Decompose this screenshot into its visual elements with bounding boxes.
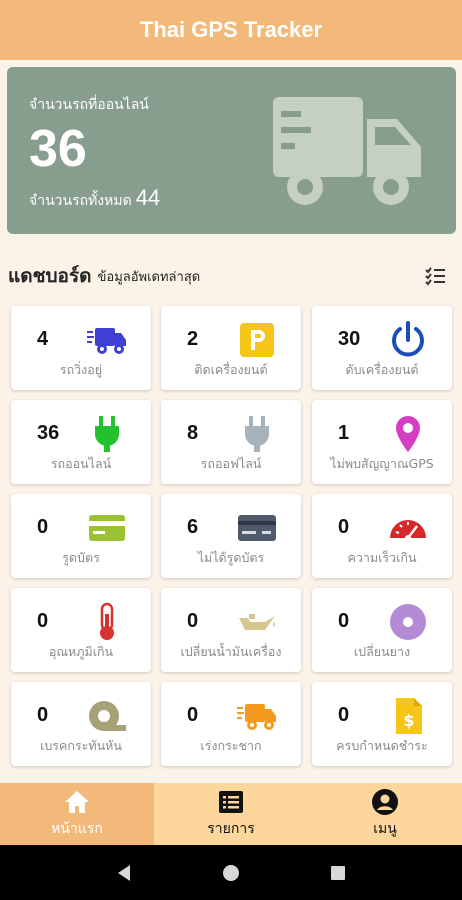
- card-label: รูดบัตร: [62, 550, 100, 565]
- card-label: ดับเครื่องยนต์: [345, 362, 419, 377]
- total-count: 44: [135, 185, 161, 210]
- fast-truck-icon: [237, 704, 276, 730]
- card-count: 0: [338, 516, 350, 538]
- card-swipe[interactable]: 0 รูดบัตร: [11, 494, 151, 578]
- oil-can-icon: [239, 614, 275, 630]
- card-label: เร่งกระชาก: [200, 738, 262, 753]
- card-tire-change[interactable]: 0 เปลี่ยนยาง: [312, 588, 452, 672]
- dashboard-header: แดชบอร์ด ข้อมูลอัพเดทล่าสุด: [8, 260, 454, 292]
- card-oil-change[interactable]: 0 เปลี่ยนน้ำมันเครื่อง: [161, 588, 301, 672]
- app-title: Thai GPS Tracker: [139, 17, 323, 42]
- card-overtemp[interactable]: 0 อุณหภูมิเกิน: [11, 588, 151, 672]
- card-offline[interactable]: 8 รถออฟไลน์: [161, 400, 301, 484]
- card-engine-off[interactable]: 30 ดับเครื่องยนต์: [312, 306, 452, 390]
- card-label: รถวิ่งอยู่: [59, 362, 103, 377]
- nav-menu-label: เมนู: [373, 821, 397, 837]
- speedometer-icon: [390, 520, 426, 541]
- card-count: 1: [338, 422, 350, 444]
- card-label: ไม่พบสัญญาณGPS: [330, 456, 434, 471]
- truck-icon: [273, 97, 421, 205]
- home-icon: [65, 791, 89, 813]
- card-dark-icon: [238, 515, 276, 541]
- card-label: ครบกำหนดชำระ: [336, 738, 428, 753]
- card-count: 36: [37, 422, 60, 444]
- card-icon: [89, 515, 125, 541]
- dashboard-title: แดชบอร์ด: [8, 265, 92, 287]
- card-count: 0: [37, 610, 49, 632]
- nav-list[interactable]: รายการ: [154, 783, 308, 845]
- list-icon: [219, 791, 243, 813]
- card-label: เบรคกระทันหัน: [40, 738, 122, 753]
- plug-offline-icon: [245, 416, 269, 452]
- invoice-icon: $: [396, 698, 422, 734]
- card-overspeed[interactable]: 0 ความเร็วเกิน: [312, 494, 452, 578]
- card-count: 4: [37, 328, 49, 350]
- card-label: ความเร็วเกิน: [347, 550, 417, 565]
- app-bar: Thai GPS Tracker: [0, 0, 462, 60]
- moving-truck-icon: [87, 328, 126, 354]
- location-pin-icon: [396, 416, 420, 452]
- card-moving[interactable]: 4 รถวิ่งอยู่: [11, 306, 151, 390]
- card-count: 30: [338, 328, 361, 350]
- card-label: ติดเครื่องยนต์: [194, 362, 268, 377]
- card-count: 0: [37, 704, 49, 726]
- total-label: จำนวนรถทั้งหมด: [29, 193, 132, 209]
- card-no-swipe[interactable]: 6 ไม่ได้รูดบัตร: [161, 494, 301, 578]
- card-no-gps[interactable]: 1 ไม่พบสัญญาณGPS: [312, 400, 452, 484]
- svg-text:$: $: [403, 711, 414, 730]
- card-count: 0: [37, 516, 49, 538]
- summary-card: จำนวนรถที่ออนไลน์ 36 จำนวนรถทั้งหมด 44: [7, 67, 456, 234]
- plug-online-icon: [95, 416, 119, 452]
- nav-home[interactable]: หน้าแรก: [0, 783, 154, 845]
- dashboard-subtitle: ข้อมูลอัพเดทล่าสุด: [97, 269, 201, 285]
- user-icon: [372, 789, 398, 815]
- tire-icon: [390, 604, 426, 640]
- recents-icon[interactable]: [328, 863, 348, 883]
- card-count: 0: [187, 704, 199, 726]
- online-count: 36: [29, 120, 87, 178]
- power-icon: [392, 321, 424, 357]
- home-circle-icon[interactable]: [221, 863, 241, 883]
- card-label: เปลี่ยนยาง: [353, 644, 411, 659]
- online-label: จำนวนรถที่ออนไลน์: [29, 97, 149, 113]
- card-label: รถออนไลน์: [50, 456, 112, 471]
- card-count: 0: [187, 610, 199, 632]
- parking-icon: [240, 323, 274, 357]
- card-label: เปลี่ยนน้ำมันเครื่อง: [180, 644, 282, 659]
- card-hard-accel[interactable]: 0 เร่งกระชาก: [161, 682, 301, 766]
- tape-roll-icon: [89, 701, 126, 731]
- card-label: ไม่ได้รูดบัตร: [197, 550, 265, 565]
- card-count: 0: [338, 704, 350, 726]
- card-engine-on[interactable]: 2 ติดเครื่องยนต์: [161, 306, 301, 390]
- card-online[interactable]: 36 รถออนไลน์: [11, 400, 151, 484]
- card-label: อุณหภูมิเกิน: [48, 644, 114, 659]
- card-payment-due[interactable]: 0 $ ครบกำหนดชำระ: [312, 682, 452, 766]
- thermometer-icon: [100, 602, 114, 640]
- back-icon[interactable]: [114, 863, 134, 883]
- card-count: 6: [187, 516, 199, 538]
- system-navigation-bar: [0, 845, 462, 900]
- card-count: 8: [187, 422, 199, 444]
- nav-menu[interactable]: เมนู: [308, 783, 462, 845]
- card-label: รถออฟไลน์: [200, 456, 262, 471]
- card-hard-brake[interactable]: 0 เบรคกระทันหัน: [11, 682, 151, 766]
- card-count: 2: [187, 328, 199, 350]
- list-check-icon[interactable]: [424, 265, 446, 287]
- total-vehicles: จำนวนรถทั้งหมด 44: [29, 185, 160, 212]
- bottom-navigation: หน้าแรก รายการ เมนู: [0, 783, 462, 845]
- nav-home-label: หน้าแรก: [51, 821, 103, 837]
- nav-list-label: รายการ: [207, 821, 255, 837]
- card-count: 0: [338, 610, 350, 632]
